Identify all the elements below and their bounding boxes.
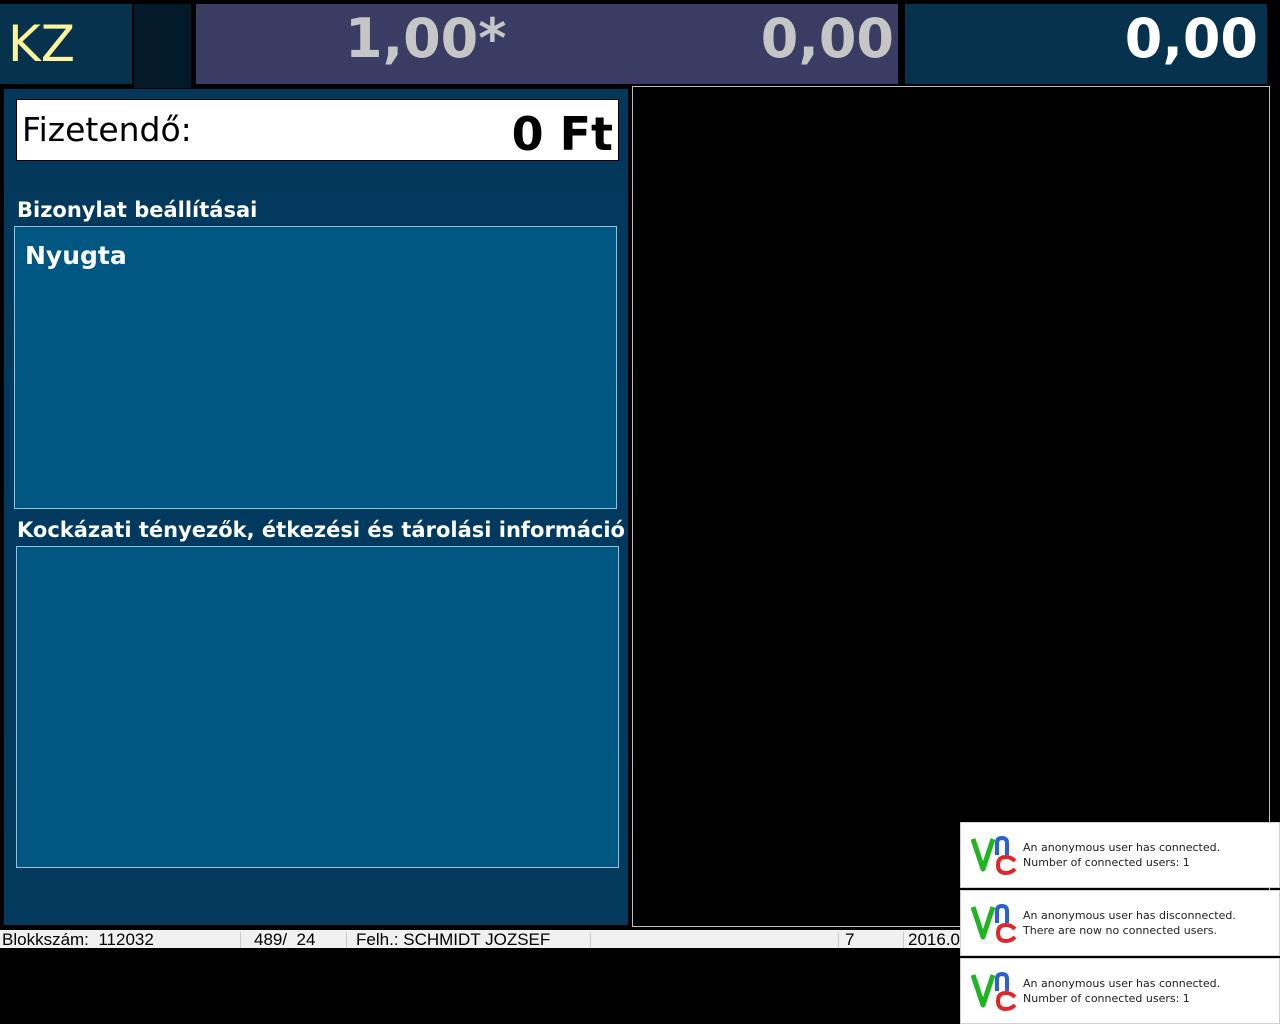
- notification-line-1: An anonymous user has connected.: [1023, 841, 1221, 854]
- status-divider: [903, 932, 904, 948]
- user-name: Felh.: SCHMIDT JOZSEF: [356, 930, 551, 948]
- status-divider: [240, 932, 241, 948]
- risk-info-title: Kockázati tényezők, étkezési és tárolási…: [17, 518, 625, 542]
- block-number: Blokkszám: 112032: [2, 930, 154, 948]
- status-field: 7: [845, 930, 855, 948]
- payable-amount: 0 Ft: [511, 107, 613, 161]
- mode-indicator: KZ: [0, 4, 132, 84]
- vnc-logo-icon: [971, 971, 1017, 1011]
- unit-price-value: 0,00: [760, 7, 894, 70]
- vnc-notification[interactable]: An anonymous user has disconnected. Ther…: [960, 890, 1280, 956]
- receipt-settings-title: Bizonylat beállításai: [17, 198, 258, 222]
- status-divider: [838, 932, 839, 948]
- notification-line-1: An anonymous user has connected.: [1023, 977, 1221, 990]
- item-list-panel[interactable]: [632, 86, 1270, 927]
- status-divider: [346, 932, 347, 948]
- payable-label: Fizetendő:: [22, 110, 192, 149]
- notification-line-2: Number of connected users: 1: [1023, 992, 1190, 1005]
- counter: 489/ 24: [254, 930, 316, 948]
- vnc-logo-icon: [971, 903, 1017, 943]
- receipt-type-option[interactable]: Nyugta: [25, 240, 127, 272]
- status-divider: [590, 932, 591, 948]
- status-bar: Blokkszám: 112032 489/ 24 Felh.: SCHMIDT…: [0, 930, 962, 948]
- quantity-value: 1,00*: [345, 7, 507, 70]
- vnc-logo-icon: [971, 835, 1017, 875]
- notification-line-1: An anonymous user has disconnected.: [1023, 909, 1236, 922]
- vnc-notification[interactable]: An anonymous user has connected. Number …: [960, 822, 1280, 888]
- notification-line-2: Number of connected users: 1: [1023, 856, 1190, 869]
- risk-info-box: [16, 546, 619, 868]
- date: 2016.0: [908, 930, 960, 948]
- line-total-value: 0,00: [1124, 7, 1258, 70]
- top-bar-spacer: [134, 4, 191, 88]
- vnc-notification[interactable]: An anonymous user has connected. Number …: [960, 958, 1280, 1024]
- notification-line-2: There are now no connected users.: [1023, 924, 1217, 937]
